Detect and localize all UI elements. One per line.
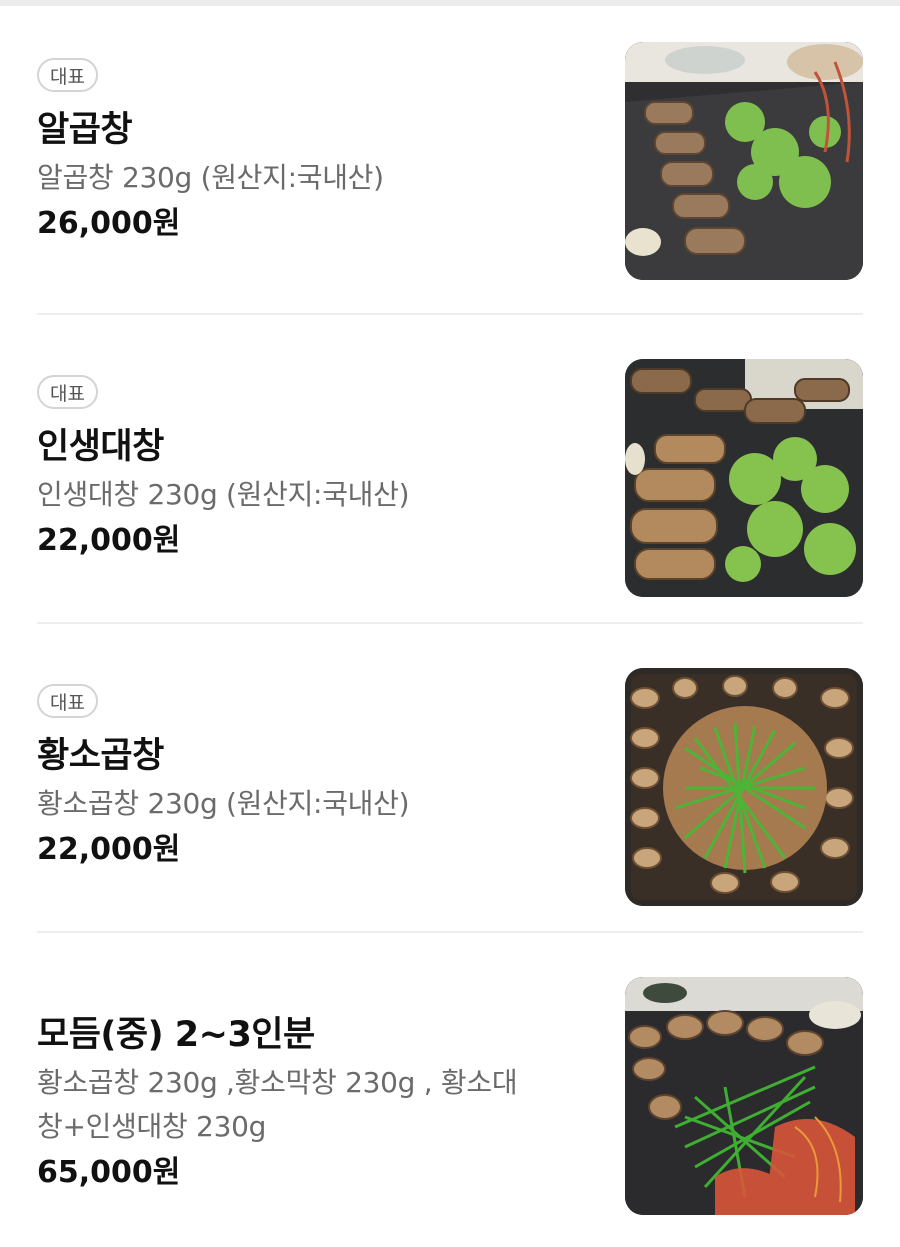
- menu-item-name: 모듬(중) 2~3인분: [37, 1015, 315, 1055]
- menu-item-info: 대표 알곱창 알곱창 230g (원산지:국내산) 26,000원: [37, 58, 587, 244]
- menu-list: 대표 알곱창 알곱창 230g (원산지:국내산) 26,000원 대표 인생대…: [0, 6, 900, 1240]
- menu-item-description: 알곱창 230g (원산지:국내산): [37, 161, 384, 194]
- menu-item-info: 대표 인생대창 인생대창 230g (원산지:국내산) 22,000원: [37, 375, 587, 561]
- menu-item-name: 인생대창: [37, 427, 164, 467]
- menu-item-description-line: 황소곱창 230g ,황소막창 230g , 황소대: [37, 1066, 518, 1099]
- grilled-intestine-chives-photo-icon: [625, 668, 863, 906]
- menu-item[interactable]: 대표 알곱창 알곱창 230g (원산지:국내산) 26,000원: [37, 6, 863, 315]
- menu-item-photo[interactable]: [625, 359, 863, 597]
- menu-item-description: 황소곱창 230g ,황소막창 230g , 황소대 창+인생대창 230g: [37, 1061, 587, 1149]
- menu-item-description-line: 창+인생대창 230g: [37, 1110, 267, 1143]
- menu-item-name: 알곱창: [37, 110, 133, 150]
- signature-badge: 대표: [37, 58, 98, 92]
- signature-badge: 대표: [37, 684, 98, 718]
- menu-item-description: 인생대창 230g (원산지:국내산): [37, 478, 410, 511]
- menu-item-photo[interactable]: [625, 42, 863, 280]
- assorted-grill-photo-icon: [625, 977, 863, 1215]
- menu-item-photo[interactable]: [625, 977, 863, 1215]
- menu-item-info: 대표 황소곱창 황소곱창 230g (원산지:국내산) 22,000원: [37, 684, 587, 870]
- menu-item-price: 26,000원: [37, 206, 181, 241]
- menu-item-info: 모듬(중) 2~3인분 황소곱창 230g ,황소막창 230g , 황소대 창…: [37, 997, 587, 1193]
- menu-item[interactable]: 대표 인생대창 인생대창 230g (원산지:국내산) 22,000원: [37, 315, 863, 624]
- menu-item-description: 황소곱창 230g (원산지:국내산): [37, 787, 410, 820]
- menu-item-price: 65,000원: [37, 1155, 181, 1190]
- menu-item-photo[interactable]: [625, 668, 863, 906]
- menu-item[interactable]: 모듬(중) 2~3인분 황소곱창 230g ,황소막창 230g , 황소대 창…: [37, 933, 863, 1240]
- menu-item-name: 황소곱창: [37, 736, 164, 776]
- grilled-intestine-photo-icon: [625, 42, 863, 280]
- menu-item-price: 22,000원: [37, 523, 181, 558]
- signature-badge: 대표: [37, 375, 98, 409]
- menu-item[interactable]: 대표 황소곱창 황소곱창 230g (원산지:국내산) 22,000원: [37, 624, 863, 933]
- menu-item-price: 22,000원: [37, 832, 181, 867]
- grilled-intestine-photo-icon: [625, 359, 863, 597]
